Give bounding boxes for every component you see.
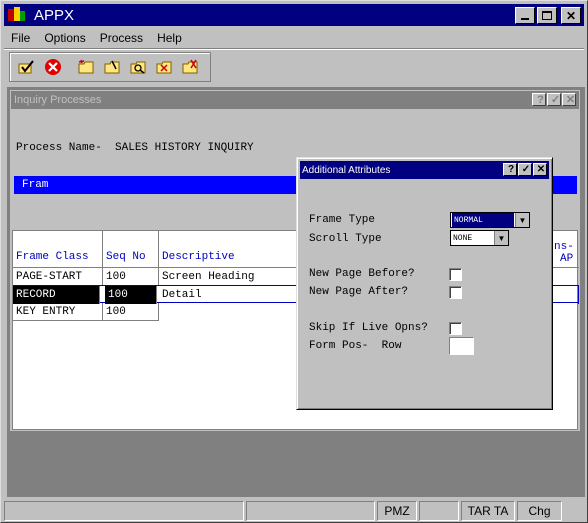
close-icon: ✕ xyxy=(565,94,576,106)
frame-header-text: Fram xyxy=(22,179,49,191)
skip-if-live-label: Skip If Live Opns? xyxy=(309,322,428,334)
status-field-4 xyxy=(419,501,459,521)
additional-attributes-dialog: Additional Attributes ? ✓ ✕ Frame Type N… xyxy=(296,157,553,410)
close-icon: ✕ xyxy=(565,8,577,23)
form-pos-row: Form Pos- Row xyxy=(309,340,401,352)
change-folder-icon xyxy=(104,60,120,74)
status-field-chg: Chg xyxy=(517,501,562,521)
maximize-icon xyxy=(542,11,552,20)
menu-bar: File Options Process Help xyxy=(4,28,584,48)
delete-folder-icon xyxy=(156,61,172,74)
cell-frame-class[interactable]: KEY ENTRY xyxy=(13,303,103,321)
chevron-down-icon[interactable]: ▼ xyxy=(515,213,529,227)
dialog-title: Additional Attributes xyxy=(302,164,391,176)
new-page-before-label: New Page Before? xyxy=(309,268,415,280)
dialog-title-bar: Additional Attributes ? ✓ ✕ xyxy=(300,161,549,179)
minimize-button[interactable] xyxy=(515,7,535,24)
app-window: APPX ✕ File Options Process Help Inquiry… xyxy=(0,0,588,523)
close-button[interactable]: ✕ xyxy=(561,7,581,24)
menu-options[interactable]: Options xyxy=(37,31,92,45)
help-icon: ? xyxy=(507,164,515,175)
process-name-row: Process Name- SALES HISTORY INQUIRY xyxy=(16,142,254,154)
cell-frame-class[interactable]: RECORD xyxy=(13,286,100,304)
menu-file[interactable]: File xyxy=(4,31,37,45)
inquiry-close-button[interactable]: ✕ xyxy=(562,93,576,106)
ok-check-icon xyxy=(18,60,34,74)
inquire-folder-icon xyxy=(130,61,146,74)
inquiry-title-bar: Inquiry Processes ? ✓ ✕ xyxy=(11,91,579,109)
help-icon: ? xyxy=(537,93,544,106)
window-title: APPX xyxy=(34,6,75,24)
cancel-button[interactable] xyxy=(42,56,64,78)
cell-frame-class[interactable]: PAGE-START xyxy=(13,268,103,286)
row-label: Row xyxy=(381,340,402,352)
toolbar xyxy=(9,52,211,82)
column-header-seq-no: Seq No xyxy=(103,231,159,267)
chevron-down-icon[interactable]: ▼ xyxy=(494,231,508,245)
dialog-help-button[interactable]: ? xyxy=(503,163,517,176)
cancel-icon xyxy=(45,59,61,75)
scan-folder-icon xyxy=(182,59,198,74)
inquiry-ok-button[interactable]: ✓ xyxy=(547,93,561,106)
maximize-button[interactable] xyxy=(537,7,557,24)
check-icon: ✓ xyxy=(521,164,531,175)
new-page-after-label: New Page After? xyxy=(309,286,409,298)
form-pos-label: Form Pos- xyxy=(309,340,369,352)
add-button[interactable] xyxy=(76,56,98,78)
add-folder-icon xyxy=(78,59,94,74)
delete-button[interactable] xyxy=(154,56,176,78)
scroll-type-label: Scroll Type xyxy=(309,233,382,245)
cell-seq-no[interactable]: 100 xyxy=(105,286,157,304)
frame-type-value: NORMAL xyxy=(452,213,514,227)
new-page-after-checkbox[interactable] xyxy=(449,286,462,299)
process-name-label: Process Name- xyxy=(16,142,102,154)
title-bar: APPX ✕ xyxy=(4,4,584,26)
appx-logo-icon xyxy=(8,7,26,23)
toolbar-separator xyxy=(4,48,584,50)
skip-if-live-checkbox[interactable] xyxy=(449,322,462,335)
minimize-icon xyxy=(521,17,529,20)
close-icon: ✕ xyxy=(536,164,546,175)
inquiry-title: Inquiry Processes xyxy=(14,94,102,106)
row-input[interactable] xyxy=(449,337,474,355)
column-header-frame-class: Frame Class xyxy=(13,231,103,267)
status-field-2 xyxy=(246,501,375,521)
frame-type-label: Frame Type xyxy=(309,214,376,226)
scroll-type-select[interactable]: NONE ▼ xyxy=(450,230,509,246)
change-button[interactable] xyxy=(102,56,124,78)
frame-type-select[interactable]: NORMAL ▼ xyxy=(450,212,530,228)
status-bar: PMZ TAR TA Chg xyxy=(4,501,584,521)
dialog-ok-button[interactable]: ✓ xyxy=(518,163,532,176)
ok-button[interactable] xyxy=(16,56,38,78)
menu-process[interactable]: Process xyxy=(93,31,150,45)
status-field-message xyxy=(4,501,244,521)
cell-seq-no[interactable]: 100 xyxy=(103,268,159,286)
process-name-value: SALES HISTORY INQUIRY xyxy=(115,142,254,154)
cell-seq-no[interactable]: 100 xyxy=(103,303,159,321)
check-icon: ✓ xyxy=(550,94,561,106)
scan-button[interactable] xyxy=(180,56,202,78)
inquiry-help-button[interactable]: ? xyxy=(532,93,546,106)
menu-help[interactable]: Help xyxy=(150,31,189,45)
scroll-type-value: NONE xyxy=(453,233,473,243)
new-page-before-checkbox[interactable] xyxy=(449,268,462,281)
column-header-ap: AP xyxy=(560,253,574,265)
status-field-tar: TAR TA xyxy=(461,501,515,521)
dialog-close-button[interactable]: ✕ xyxy=(533,163,547,176)
inquire-button[interactable] xyxy=(128,56,150,78)
status-field-pmz: PMZ xyxy=(377,501,417,521)
